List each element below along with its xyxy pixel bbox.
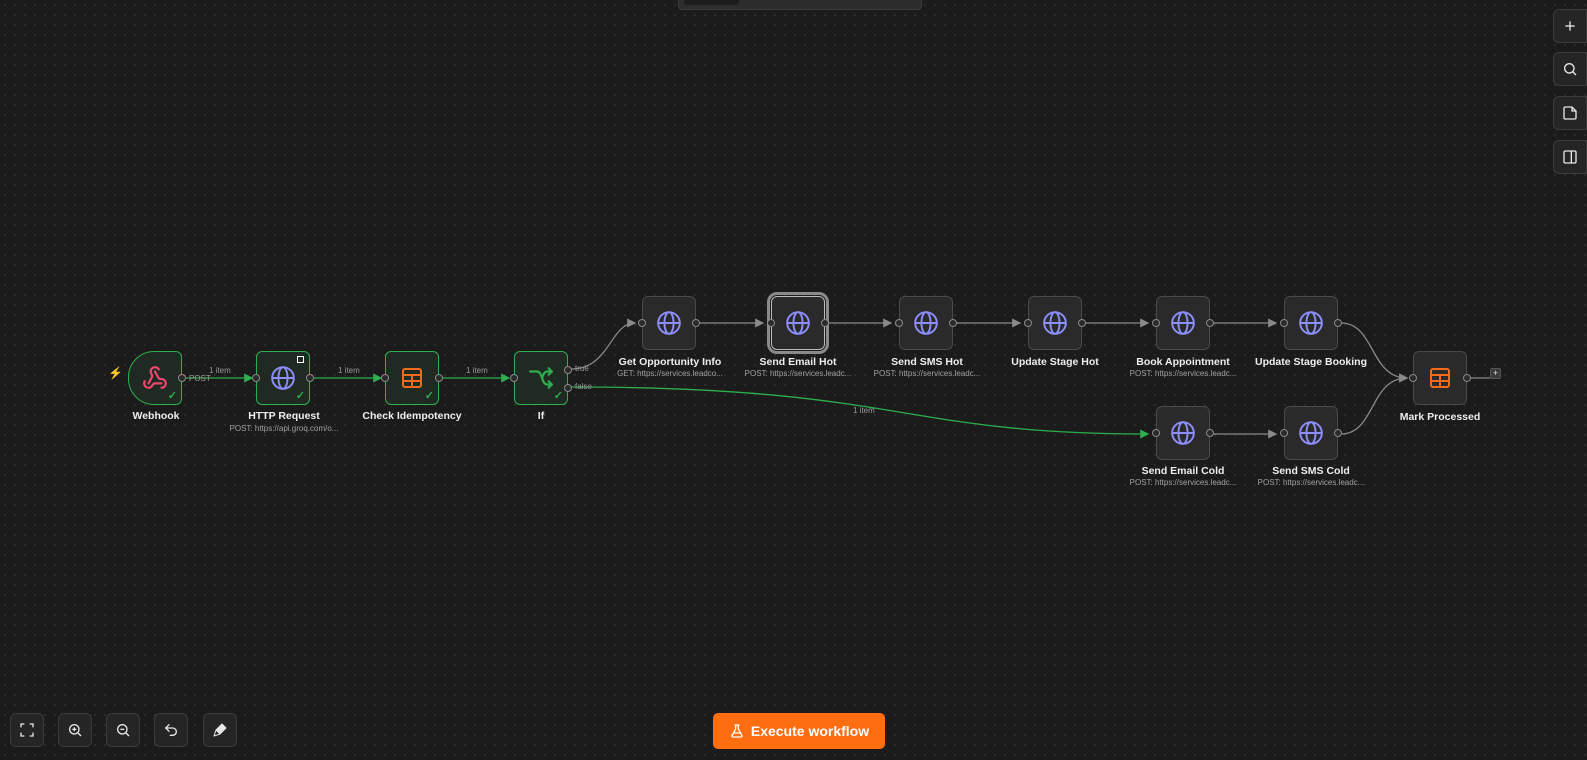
if-false-label: false xyxy=(575,382,592,391)
edge-method-label: POST xyxy=(189,374,211,383)
node-update-stage-hot[interactable] xyxy=(1024,296,1086,350)
success-check-icon: ✓ xyxy=(295,390,305,402)
node-subtitle: POST: https://services.leadc... xyxy=(1257,478,1365,487)
globe-icon xyxy=(1299,421,1323,445)
output-handle[interactable] xyxy=(1206,319,1214,327)
node-if[interactable]: ✓ xyxy=(510,351,572,405)
sticky-note-icon xyxy=(1563,106,1577,120)
success-check-icon: ✓ xyxy=(424,390,434,402)
edge-item-count: 1 item xyxy=(338,366,360,375)
output-handle[interactable] xyxy=(1078,319,1086,327)
input-handle[interactable] xyxy=(1152,319,1160,327)
edge-smscold-mark xyxy=(1340,373,1409,435)
output-handle[interactable] xyxy=(1206,429,1214,437)
globe-icon xyxy=(1043,311,1067,335)
node-webhook[interactable]: ✓ xyxy=(128,351,186,405)
search-icon xyxy=(1564,62,1577,76)
output-handle[interactable] xyxy=(1334,429,1342,437)
output-handle[interactable] xyxy=(692,319,700,327)
fit-view-button[interactable] xyxy=(10,713,44,747)
input-handle[interactable] xyxy=(252,374,260,382)
edge-booking-mark xyxy=(1340,322,1409,383)
node-label: Mark Processed xyxy=(1399,411,1481,423)
node-label: Update Stage Booking xyxy=(1254,356,1367,368)
node-get-opportunity-info[interactable] xyxy=(638,296,700,350)
success-check-icon: ✓ xyxy=(167,390,177,402)
node-send-email-hot[interactable] xyxy=(767,292,829,354)
input-handle[interactable] xyxy=(1152,429,1160,437)
undo-icon xyxy=(164,724,177,736)
node-check-idempotency[interactable]: ✓ xyxy=(381,351,443,405)
node-send-sms-cold[interactable] xyxy=(1280,406,1342,460)
clean-up-icon xyxy=(213,723,227,737)
toggle-panel-button[interactable] xyxy=(1553,140,1587,174)
node-subtitle: POST: https://services.leadc... xyxy=(873,369,981,378)
node-book-appointment[interactable] xyxy=(1152,296,1214,350)
input-handle[interactable] xyxy=(1280,319,1288,327)
table-icon xyxy=(1430,368,1450,388)
input-handle[interactable] xyxy=(510,374,518,382)
output-handle[interactable] xyxy=(435,374,443,382)
node-subtitle: POST: https://api.groq.com/o... xyxy=(229,424,339,433)
if-true-label: true xyxy=(575,364,589,373)
node-subtitle: POST: https://services.leadc... xyxy=(1129,369,1237,378)
input-handle[interactable] xyxy=(1280,429,1288,437)
globe-icon xyxy=(657,311,681,335)
plus-icon xyxy=(1565,21,1575,31)
tidy-up-button[interactable] xyxy=(203,713,237,747)
output-handle[interactable] xyxy=(949,319,957,327)
zoom-out-icon xyxy=(117,724,130,737)
globe-icon xyxy=(1171,421,1195,445)
search-nodes-button[interactable] xyxy=(1553,52,1587,86)
output-handle[interactable] xyxy=(306,374,314,382)
input-handle[interactable] xyxy=(895,319,903,327)
undo-button[interactable] xyxy=(154,713,188,747)
pinned-indicator-icon xyxy=(297,356,304,363)
edge-item-count: 1 item xyxy=(853,406,875,415)
branch-icon xyxy=(529,367,553,389)
node-mark-processed[interactable] xyxy=(1409,351,1471,405)
input-handle[interactable] xyxy=(1409,374,1417,382)
output-handle[interactable] xyxy=(821,319,829,327)
flask-icon xyxy=(731,724,743,738)
node-label: Send SMS Cold xyxy=(1272,465,1350,477)
webhook-icon xyxy=(143,366,167,389)
output-handle[interactable] xyxy=(178,374,186,382)
fit-view-icon xyxy=(20,723,34,737)
output-handle[interactable] xyxy=(1334,319,1342,327)
success-check-icon: ✓ xyxy=(553,390,563,402)
execute-workflow-button[interactable]: Execute workflow xyxy=(713,713,885,749)
input-handle[interactable] xyxy=(1024,319,1032,327)
trigger-bolt-icon: ⚡ xyxy=(108,366,123,380)
panel-toggle-icon xyxy=(1563,150,1577,164)
edge-item-count: 1 item xyxy=(209,366,231,375)
input-handle[interactable] xyxy=(381,374,389,382)
input-handle[interactable] xyxy=(638,319,646,327)
zoom-in-button[interactable] xyxy=(58,713,92,747)
globe-icon xyxy=(1299,311,1323,335)
node-label: If xyxy=(537,410,545,422)
output-handle[interactable] xyxy=(1463,374,1471,382)
table-icon xyxy=(402,368,422,388)
node-http-request[interactable]: ✓ xyxy=(252,351,314,405)
output-handle-true[interactable] xyxy=(564,366,572,374)
zoom-out-button[interactable] xyxy=(106,713,140,747)
node-update-stage-booking[interactable] xyxy=(1280,296,1342,350)
globe-icon xyxy=(914,311,938,335)
node-send-email-cold[interactable] xyxy=(1152,406,1214,460)
add-next-node-button[interactable]: + xyxy=(1490,368,1501,379)
edge-item-count: 1 item xyxy=(466,366,488,375)
add-node-button[interactable] xyxy=(1553,9,1587,43)
globe-icon xyxy=(271,366,295,390)
input-handle[interactable] xyxy=(767,319,775,327)
connections-layer xyxy=(186,318,1490,439)
output-handle-false[interactable] xyxy=(564,384,572,392)
execute-workflow-label: Execute workflow xyxy=(750,723,870,739)
add-sticky-note-button[interactable] xyxy=(1553,96,1587,130)
globe-icon xyxy=(1171,311,1195,335)
globe-icon xyxy=(786,311,810,335)
node-send-sms-hot[interactable] xyxy=(895,296,957,350)
zoom-in-icon xyxy=(69,724,82,737)
